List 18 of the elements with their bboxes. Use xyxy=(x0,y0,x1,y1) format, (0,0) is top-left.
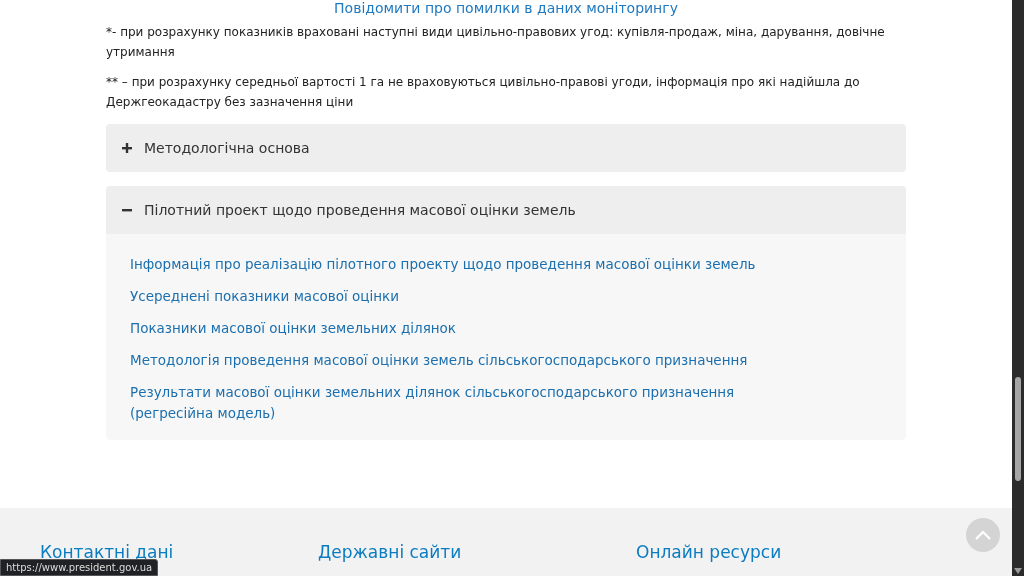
scrollbar[interactable] xyxy=(1012,0,1024,576)
plus-icon xyxy=(122,143,132,153)
footer-heading: Контактні дані xyxy=(40,542,174,562)
document-link[interactable]: Результати масової оцінки земельних ділянок сільськогосподарського призначення (регресійна модель) xyxy=(130,382,780,424)
report-link[interactable]: Повідомити про помилки в даних моніторингу xyxy=(334,0,678,16)
document-link[interactable]: Усереднені показники масової оцінки xyxy=(130,286,780,307)
chevron-up-icon xyxy=(975,530,991,540)
accordion-header[interactable]: Методологічна основа xyxy=(106,124,906,172)
footer-heading: Державні сайти xyxy=(318,542,462,562)
footnote: *- при розрахунку показників враховані наступні види цивільно-правових угод: купівля-продаж, міна, дарування, довічне утримання xyxy=(106,24,886,61)
footnote: ** – при розрахунку середньої вартості 1 га не враховуються цивільно-правові угоди, інформація про які надійшла до Держгеокадастру без зазначення ціни xyxy=(106,74,861,111)
document-link[interactable]: Методологія проведення масової оцінки земель сільськогосподарського призначення xyxy=(130,350,780,371)
scroll-down-arrow-icon[interactable] xyxy=(1014,568,1022,574)
accordion-header[interactable]: Пілотний проект щодо проведення масової оцінки земель xyxy=(106,186,906,234)
document-link[interactable]: Показники масової оцінки земельних ділянок xyxy=(130,318,780,339)
document-link[interactable]: Інформація про реалізацію пілотного проекту щодо проведення масової оцінки земель xyxy=(130,254,780,275)
footer-heading: Онлайн ресурси xyxy=(636,542,782,562)
status-url: https://www.president.gov.ua xyxy=(0,559,159,576)
